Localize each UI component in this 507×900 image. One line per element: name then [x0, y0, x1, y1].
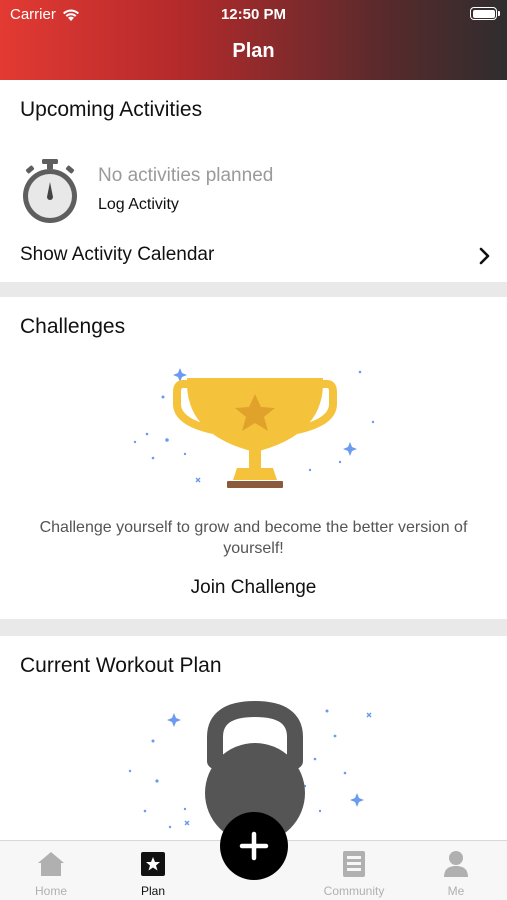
home-icon [38, 852, 64, 876]
status-time: 12:50 PM [220, 6, 287, 23]
stopwatch-icon [23, 159, 77, 223]
tab-me[interactable]: Me [411, 841, 501, 900]
community-icon [343, 851, 365, 877]
tab-me-label: Me [447, 884, 465, 898]
show-activity-calendar-row[interactable]: Show Activity Calendar [0, 238, 507, 274]
tab-plan[interactable]: Plan [108, 841, 198, 900]
add-activity-button[interactable] [220, 812, 288, 880]
plus-icon [239, 831, 269, 861]
trophy-icon [133, 368, 375, 488]
current-workout-plan-title: Current Workout Plan [20, 654, 222, 677]
log-activity-link[interactable]: Log Activity [98, 196, 179, 214]
tab-plan-label: Plan [140, 884, 166, 898]
tab-community-label: Community [323, 884, 385, 898]
join-challenge-button[interactable]: Join Challenge [0, 577, 507, 599]
tab-home[interactable]: Home [6, 841, 96, 900]
status-bar: Carrier 12:50 PM [0, 0, 507, 28]
plan-icon [141, 852, 165, 876]
show-activity-calendar-label: Show Activity Calendar [20, 244, 215, 265]
challenges-card: Challenges Challenge yourself to grow an… [0, 297, 507, 619]
tab-home-label: Home [34, 884, 67, 898]
no-activities-text: No activities planned [98, 165, 274, 186]
challenge-description: Challenge yourself to grow and become th… [39, 519, 468, 557]
app-header: Carrier 12:50 PM Plan [0, 0, 507, 80]
page-title: Plan [232, 40, 275, 62]
tab-community[interactable]: Community [309, 841, 399, 900]
upcoming-activities-card: Upcoming Activities No activities planne… [0, 80, 507, 282]
battery-icon [470, 7, 500, 20]
challenges-title: Challenges [20, 315, 126, 338]
upcoming-activities-title: Upcoming Activities [20, 98, 203, 121]
profile-icon [444, 851, 468, 877]
chevron-right-icon [479, 247, 490, 265]
